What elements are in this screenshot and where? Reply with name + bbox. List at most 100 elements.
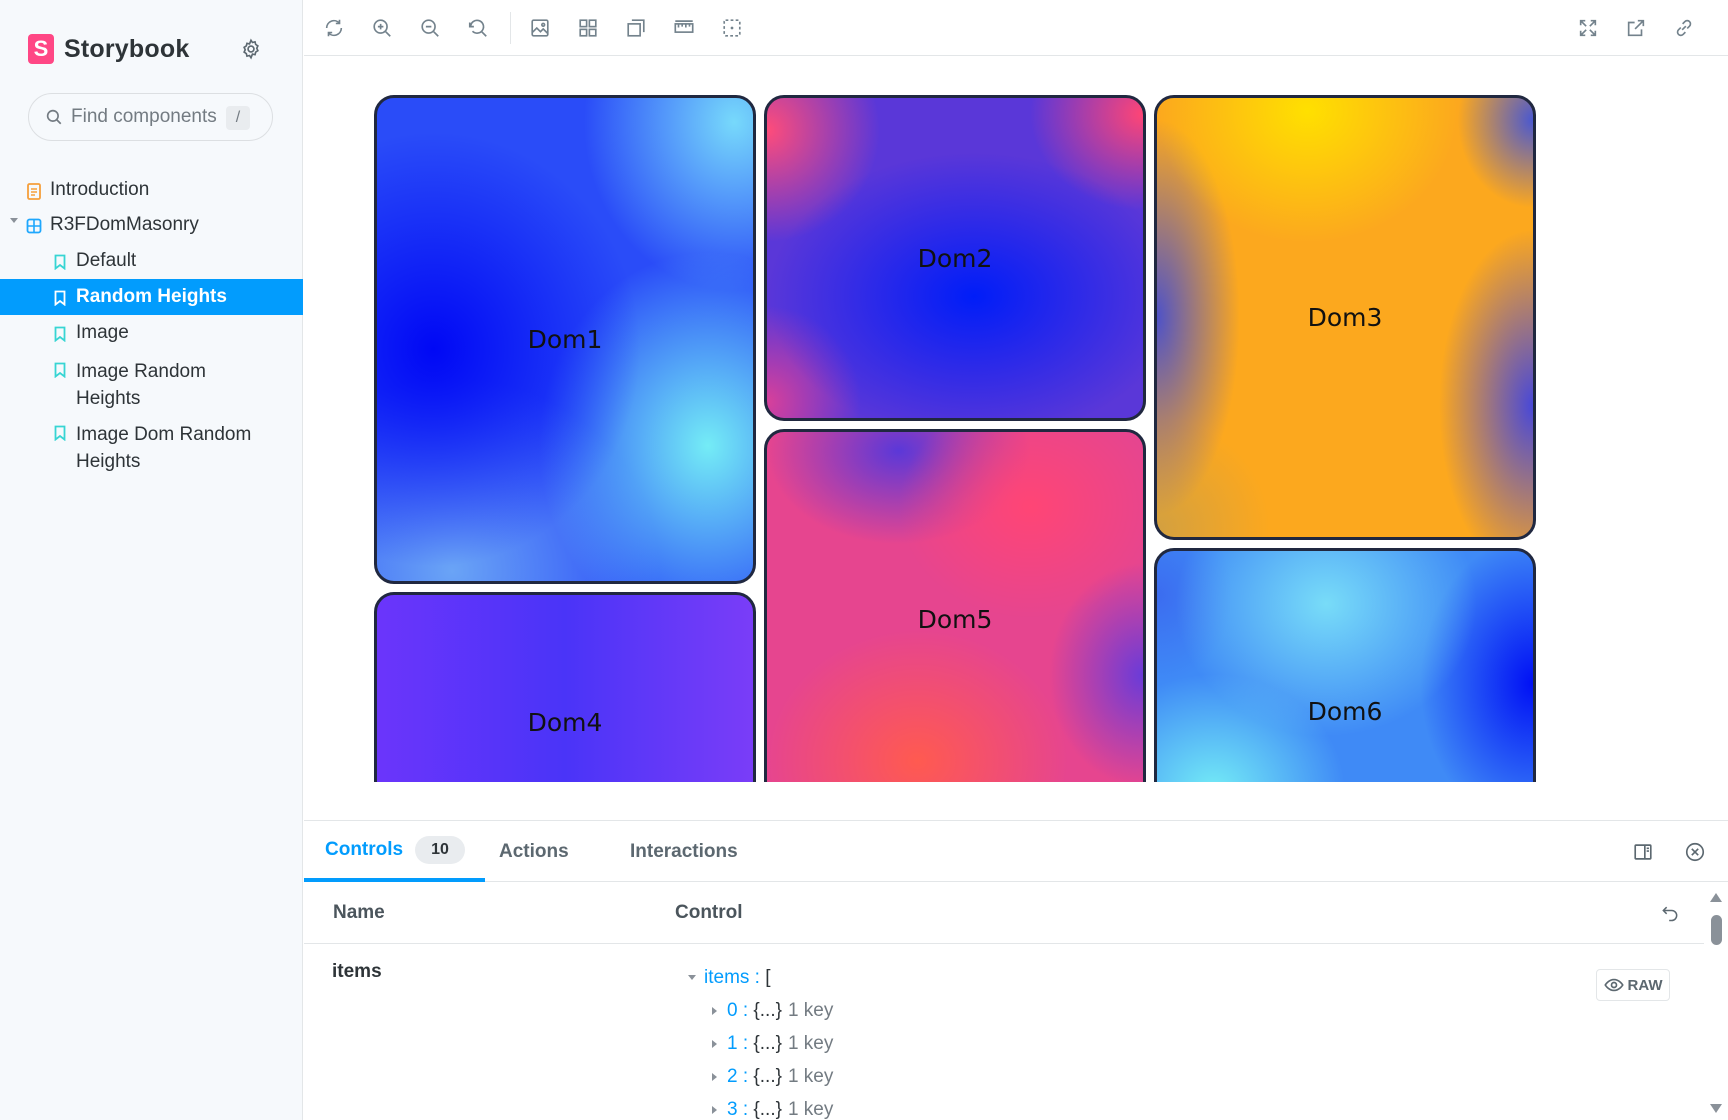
zoom-reset-icon[interactable]: [464, 14, 492, 42]
masonry-tile-dom6: Dom6: [1154, 548, 1536, 782]
tab-label: Actions: [499, 840, 569, 862]
raw-label: RAW: [1627, 976, 1663, 994]
grid-icon[interactable]: [574, 14, 602, 42]
controls-count-badge: 10: [415, 835, 465, 864]
sidebar-item-label: Image: [76, 322, 129, 343]
json-child[interactable]: 3 : {...} 1 key: [684, 1093, 833, 1120]
json-child[interactable]: 0 : {...} 1 key: [684, 994, 833, 1027]
preview-canvas: Dom1 Dom2 Dom3 Dom4 Dom5 Dom6: [304, 57, 1728, 820]
search-input[interactable]: [71, 106, 221, 128]
sidebar-item-random-heights[interactable]: Random Heights: [0, 279, 303, 315]
zoom-in-icon[interactable]: [368, 14, 396, 42]
bookmark-icon: [52, 324, 68, 344]
expand-caret-icon[interactable]: [712, 1072, 717, 1081]
sidebar-item-r3fdommasonry[interactable]: R3FDomMasonry: [0, 208, 303, 243]
chevron-down-icon: [10, 218, 18, 223]
component-icon: [26, 216, 42, 236]
json-separator: :: [749, 966, 766, 988]
json-root[interactable]: items : [: [684, 961, 833, 994]
scroll-thumb[interactable]: [1711, 915, 1722, 945]
sidebar-item-label: Random Heights: [76, 286, 227, 307]
panel-scrollbar[interactable]: [1704, 883, 1728, 1120]
sidebar-item-default[interactable]: Default: [0, 243, 303, 279]
collapse-caret-icon[interactable]: [688, 975, 696, 980]
addons-panel: Controls 10 Actions Interactions Name Co…: [304, 820, 1728, 1120]
settings-gear-icon[interactable]: [236, 34, 266, 64]
bookmark-icon: [52, 360, 68, 380]
json-value: {...}: [753, 1065, 782, 1087]
tile-label: Dom2: [917, 243, 993, 273]
json-key: items: [704, 966, 750, 988]
copy-link-icon[interactable]: [1670, 14, 1698, 42]
reset-controls-icon[interactable]: [1657, 900, 1683, 926]
sidebar-item-label: Image Dom Random Heights: [76, 424, 252, 472]
tile-label: Dom4: [527, 707, 603, 737]
sidebar-item-label: Default: [76, 250, 137, 271]
json-editor[interactable]: items : [ 0 : {...} 1 key 1 : {...} 1 ke…: [684, 961, 833, 1120]
tab-controls[interactable]: Controls 10: [304, 821, 485, 882]
masonry-tile-dom3: Dom3: [1154, 95, 1536, 540]
sidebar-item-image-dom-random-heights[interactable]: Image Dom Random Heights: [0, 414, 303, 477]
expand-caret-icon[interactable]: [712, 1006, 717, 1015]
json-separator: :: [737, 999, 754, 1021]
json-key: 3: [727, 1098, 738, 1120]
bookmark-icon: [52, 423, 68, 443]
sidebar-item-label: Image Random Heights: [76, 361, 206, 409]
json-separator: :: [737, 1098, 754, 1120]
brand-name: Storybook: [64, 34, 190, 63]
sidebar-item-label: Introduction: [50, 179, 150, 200]
json-value: {...}: [753, 1032, 782, 1054]
sidebar-item-introduction[interactable]: Introduction: [0, 172, 303, 208]
eye-icon: [1603, 978, 1624, 992]
reload-icon[interactable]: [320, 14, 348, 42]
sidebar-item-label: R3FDomMasonry: [50, 214, 199, 235]
json-child[interactable]: 1 : {...} 1 key: [684, 1027, 833, 1060]
fullscreen-icon[interactable]: [1574, 14, 1602, 42]
search-shortcut-key: /: [226, 106, 250, 130]
panel-orientation-icon[interactable]: [1630, 839, 1656, 865]
tab-interactions[interactable]: Interactions: [630, 821, 738, 882]
json-meta: 1 key: [787, 999, 834, 1021]
json-key: 0: [727, 999, 738, 1021]
close-panel-icon[interactable]: [1682, 839, 1708, 865]
tab-actions[interactable]: Actions: [499, 821, 569, 882]
json-value: {...}: [753, 999, 782, 1021]
zoom-out-icon[interactable]: [416, 14, 444, 42]
viewport-icon[interactable]: [718, 14, 746, 42]
measure-icon[interactable]: [670, 14, 698, 42]
json-child[interactable]: 2 : {...} 1 key: [684, 1060, 833, 1093]
open-new-tab-icon[interactable]: [1622, 14, 1650, 42]
scroll-down-arrow-icon[interactable]: [1710, 1104, 1722, 1113]
search-box[interactable]: /: [28, 93, 273, 141]
json-key: 1: [727, 1032, 738, 1054]
bookmark-icon: [52, 252, 68, 272]
addon-tabs: Controls 10 Actions Interactions: [304, 821, 1728, 882]
background-icon[interactable]: [526, 14, 554, 42]
json-separator: :: [737, 1065, 754, 1087]
controls-table-header: Name Control: [304, 882, 1704, 944]
expand-caret-icon[interactable]: [712, 1105, 717, 1114]
tile-label: Dom5: [917, 604, 993, 634]
tile-label: Dom6: [1307, 697, 1383, 726]
tab-label: Controls: [325, 838, 404, 860]
outline-icon[interactable]: [622, 14, 650, 42]
scroll-up-arrow-icon[interactable]: [1710, 893, 1722, 902]
sidebar-item-image[interactable]: Image: [0, 315, 303, 351]
brand[interactable]: S Storybook: [28, 32, 189, 66]
column-header-name: Name: [333, 902, 385, 923]
json-separator: :: [737, 1032, 754, 1054]
masonry-tile-dom5: Dom5: [764, 429, 1146, 782]
control-row-name: items: [332, 961, 382, 982]
component-tree: Introduction R3FDomMasonry Default Rando…: [0, 172, 303, 477]
toolbar-divider: [510, 12, 511, 44]
raw-toggle-button[interactable]: RAW: [1596, 969, 1670, 1001]
tile-label: Dom3: [1307, 303, 1383, 332]
tab-label: Interactions: [630, 840, 738, 862]
expand-caret-icon[interactable]: [712, 1039, 717, 1048]
column-header-control: Control: [675, 902, 743, 923]
bookmark-icon: [52, 288, 68, 308]
masonry-tile-dom1: Dom1: [374, 95, 756, 584]
sidebar-item-image-random-heights[interactable]: Image Random Heights: [0, 351, 303, 414]
json-value: {...}: [753, 1098, 782, 1120]
sidebar: S Storybook / Introduction R3FDomMas: [0, 0, 303, 1120]
